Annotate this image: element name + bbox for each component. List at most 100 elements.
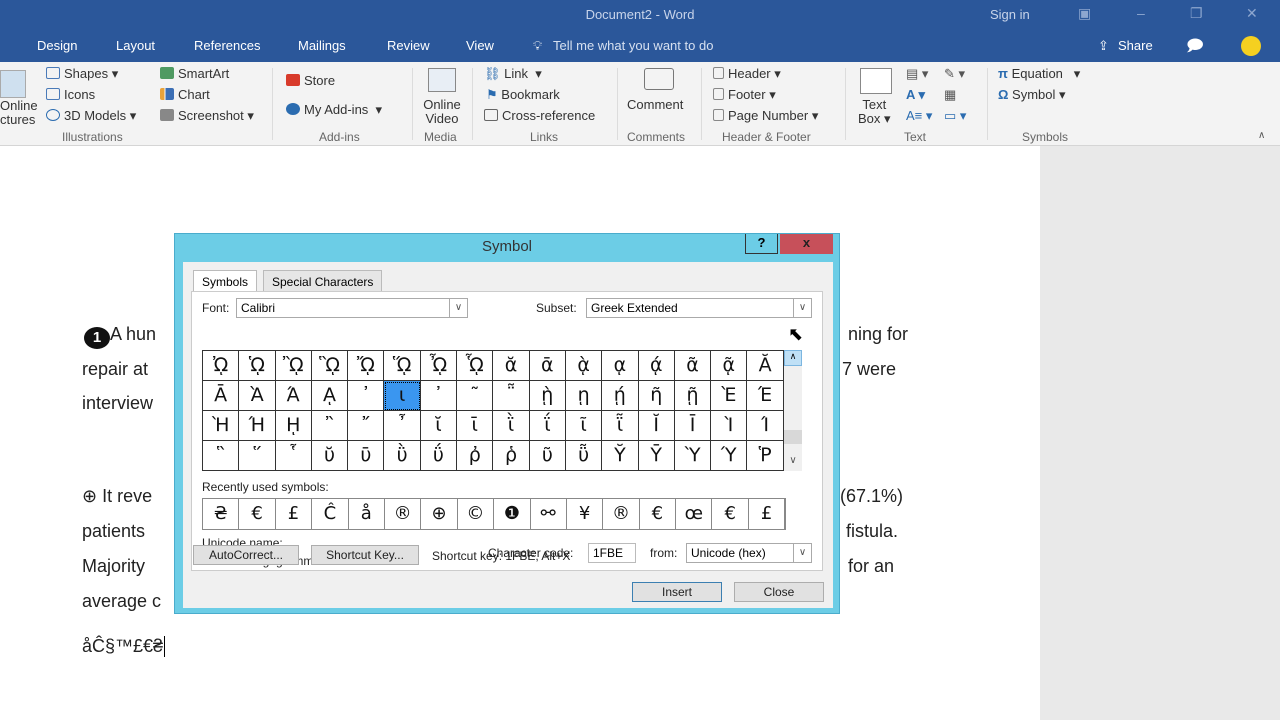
recent-symbol-cell[interactable]: ⚯ — [531, 499, 567, 529]
symbol-cell[interactable]: ῆ — [638, 381, 675, 411]
chevron-down-icon[interactable]: ∨ — [793, 544, 811, 562]
symbol-cell[interactable]: Ή — [239, 411, 276, 441]
symbol-cell[interactable]: ῍ — [311, 411, 349, 441]
help-button[interactable]: ? — [745, 234, 778, 254]
symbol-cell[interactable]: ῖ — [565, 411, 603, 441]
text-box-button[interactable]: Text Box ▾ — [858, 98, 891, 126]
tab-mailings[interactable]: Mailings — [298, 38, 346, 53]
symbol-cell[interactable]: ῞ — [239, 441, 276, 471]
date-time-icon[interactable]: ▦ — [944, 87, 956, 103]
symbol-cell[interactable]: Έ — [747, 381, 784, 411]
symbol-cell[interactable]: Ᾱ — [203, 381, 240, 411]
tab-design[interactable]: Design — [37, 38, 77, 53]
symbol-cell[interactable]: ᾼ — [311, 381, 349, 411]
symbol-cell[interactable]: Ί — [747, 411, 784, 441]
online-pictures-button[interactable]: Online — [0, 98, 38, 113]
symbol-cell[interactable]: ῐ — [420, 411, 458, 441]
signature-line-icon[interactable]: ✎ ▾ — [944, 66, 965, 82]
symbol-cell[interactable]: ῏ — [384, 411, 421, 441]
symbol-cell[interactable]: ᾫ — [311, 351, 349, 381]
recent-symbol-cell[interactable]: œ — [676, 499, 713, 529]
symbol-cell[interactable]: ᾱ — [529, 351, 566, 381]
symbol-cell[interactable]: Ὴ — [203, 411, 240, 441]
smiley-feedback-icon[interactable] — [1241, 36, 1261, 56]
symbol-cell[interactable]: Ᾰ — [747, 351, 784, 381]
symbol-cell[interactable]: ῗ — [602, 411, 639, 441]
symbol-cell[interactable]: ῎ — [348, 411, 385, 441]
symbol-cell[interactable]: ῝ — [203, 441, 240, 471]
symbol-cell[interactable]: ᾲ — [565, 351, 603, 381]
symbol-grid-scrollbar[interactable]: ∧ ∨ — [784, 350, 802, 471]
character-code-input[interactable]: 1FBE — [588, 543, 636, 563]
symbol-cell[interactable]: ᾮ — [420, 351, 458, 381]
autocorrect-button[interactable]: AutoCorrect... — [193, 545, 299, 565]
symbol-cell[interactable]: Ὰ — [239, 381, 276, 411]
symbol-cell[interactable]: ᾴ — [638, 351, 675, 381]
symbol-cell[interactable]: Ῑ — [674, 411, 712, 441]
recent-symbol-cell[interactable]: ® — [603, 499, 640, 529]
3d-models-button[interactable]: 3D Models ▾ — [46, 108, 136, 124]
symbol-cell[interactable]: ΐ — [529, 411, 566, 441]
drop-cap-icon[interactable]: A≡ ▾ — [906, 108, 932, 124]
tell-me-input[interactable]: Tell me what you want to do — [553, 38, 713, 53]
screenshot-button[interactable]: Screenshot ▾ — [160, 108, 254, 124]
symbol-button[interactable]: Ω Symbol ▾ — [998, 87, 1066, 103]
minimize-icon[interactable]: – — [1137, 5, 1145, 21]
symbol-cell[interactable]: ῀ — [457, 381, 494, 411]
recent-symbol-cell[interactable]: € — [640, 499, 677, 529]
from-select[interactable]: Unicode (hex) ∨ — [686, 543, 812, 563]
symbol-cell[interactable]: ῃ — [565, 381, 603, 411]
shapes-button[interactable]: Shapes ▾ — [46, 66, 118, 82]
dialog-close-button[interactable]: x — [780, 234, 833, 254]
tab-special-characters[interactable]: Special Characters — [263, 270, 383, 292]
quick-parts-icon[interactable]: ▤ ▾ — [906, 66, 928, 82]
scroll-down-icon[interactable]: ∨ — [784, 455, 802, 471]
recent-symbol-cell[interactable]: £ — [276, 499, 313, 529]
online-video-button[interactable]: Online Video — [420, 98, 464, 126]
collapse-ribbon-icon[interactable]: ∧ — [1258, 130, 1265, 141]
font-select[interactable]: Calibri ∨ — [236, 298, 468, 318]
store-button[interactable]: Store — [286, 73, 335, 88]
tab-references[interactable]: References — [194, 38, 260, 53]
close-button[interactable]: Close — [734, 582, 824, 602]
symbol-cell[interactable]: Ὺ — [674, 441, 712, 471]
share-icon[interactable]: ⇪ — [1098, 38, 1109, 54]
chart-button[interactable]: Chart — [160, 87, 210, 102]
recent-symbol-cell[interactable]: £ — [749, 499, 786, 529]
recent-symbol-cell[interactable]: å — [349, 499, 385, 529]
symbol-cell[interactable]: ῂ — [529, 381, 566, 411]
share-button[interactable]: Share — [1118, 38, 1153, 53]
ribbon-display-icon[interactable]: ▣ — [1078, 5, 1091, 22]
symbol-cell[interactable]: ῡ — [348, 441, 385, 471]
symbol-cell[interactable]: ᾭ — [384, 351, 421, 381]
shortcut-key-button[interactable]: Shortcut Key... — [311, 545, 419, 565]
insert-button[interactable]: Insert — [632, 582, 722, 602]
chevron-down-icon[interactable]: ∨ — [449, 299, 467, 317]
link-button[interactable]: ⛓ Link ▾ — [484, 66, 542, 82]
symbol-cell[interactable]: Ῡ — [638, 441, 675, 471]
footer-button[interactable]: Footer ▾ — [713, 87, 776, 103]
recent-symbol-cell[interactable]: € — [712, 499, 749, 529]
recent-symbol-cell[interactable]: Ĉ — [312, 499, 349, 529]
comment-button[interactable]: Comment — [627, 97, 683, 112]
symbol-cell[interactable]: ῠ — [311, 441, 349, 471]
recent-symbol-cell[interactable]: ® — [385, 499, 422, 529]
page-number-button[interactable]: Page Number ▾ — [713, 108, 818, 124]
recent-symbol-cell[interactable]: ⊕ — [421, 499, 458, 529]
symbol-cell[interactable]: ᾬ — [348, 351, 385, 381]
subset-select[interactable]: Greek Extended ∨ — [586, 298, 812, 318]
symbol-cell[interactable]: ῌ — [275, 411, 312, 441]
symbol-cell[interactable]: Ῠ — [602, 441, 639, 471]
symbol-cell[interactable]: ῦ — [529, 441, 566, 471]
symbol-cell[interactable]: ᾯ — [457, 351, 494, 381]
wordart-icon[interactable]: A ▾ — [906, 87, 925, 103]
symbol-cell[interactable]: ᾶ — [674, 351, 712, 381]
symbol-cell[interactable]: ῁ — [493, 381, 530, 411]
symbol-cell[interactable]: ῤ — [457, 441, 494, 471]
header-button[interactable]: Header ▾ — [713, 66, 781, 82]
icons-button[interactable]: Icons — [46, 87, 95, 102]
symbol-cell[interactable]: ᾳ — [602, 351, 639, 381]
recent-symbol-cell[interactable]: € — [239, 499, 276, 529]
symbol-cell[interactable]: ᾽ — [348, 381, 385, 411]
symbol-cell[interactable]: ᾪ — [275, 351, 312, 381]
